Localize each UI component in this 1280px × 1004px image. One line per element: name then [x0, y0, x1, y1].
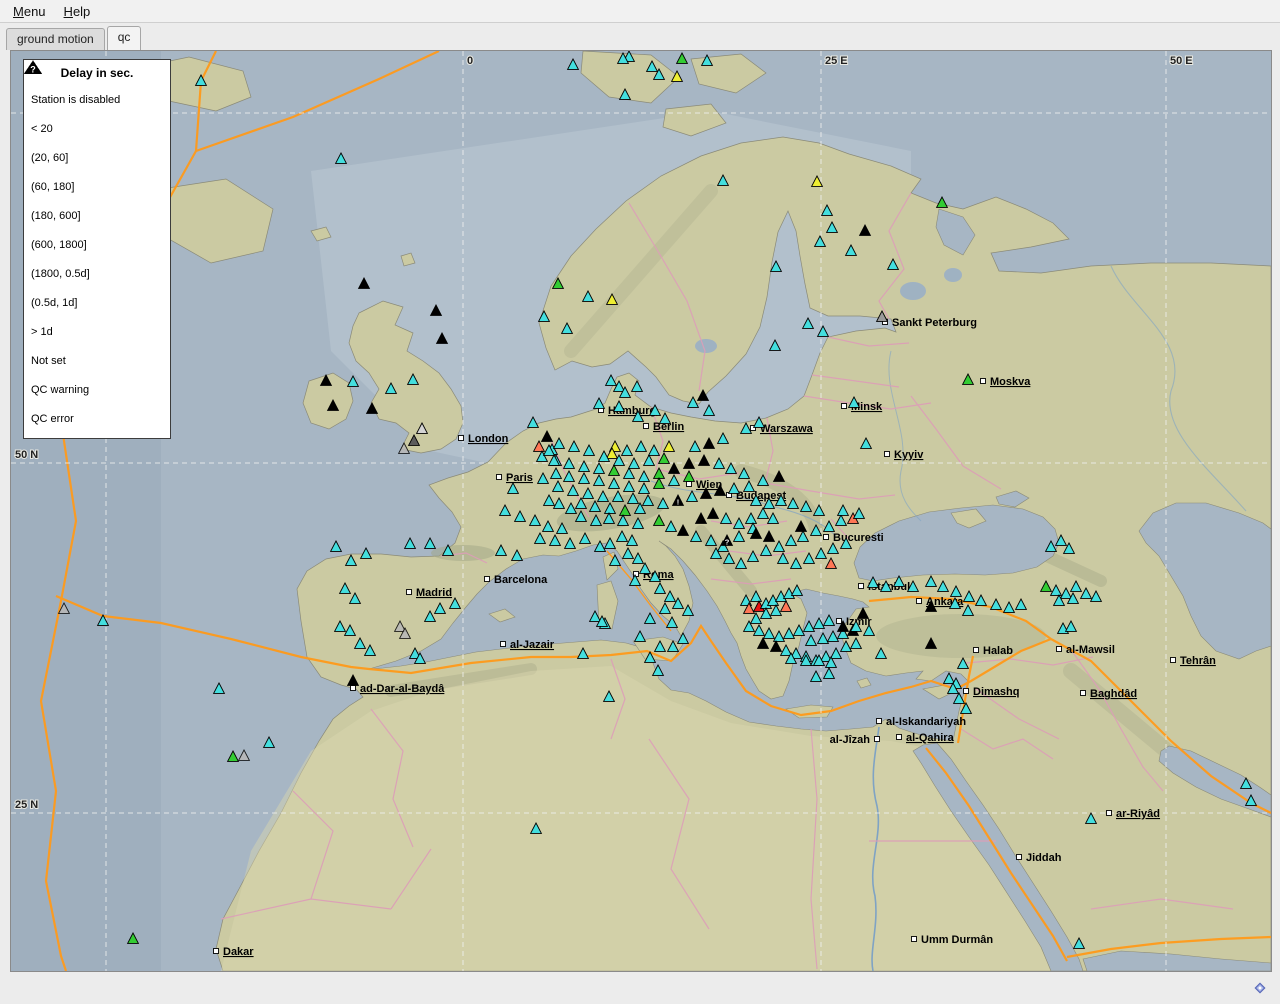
menu-menu[interactable]: Menu — [4, 2, 55, 21]
city-marker: Barcelona — [485, 574, 549, 586]
city-label: Madrid — [416, 587, 452, 599]
legend-item-label: (20, 60] — [31, 152, 68, 164]
city-marker: ad-Dar-al-Baydâ — [351, 683, 446, 695]
legend-triangle-icon: ? — [24, 60, 42, 75]
legend-item-label: QC warning — [31, 384, 89, 396]
legend-item: !QC warning — [24, 375, 170, 404]
tab-qc[interactable]: qc — [107, 26, 142, 50]
city-marker: al-Qahira — [897, 732, 955, 744]
legend-item: (60, 180] — [24, 172, 170, 201]
city-label: al-Iskandariyah — [886, 716, 966, 728]
svg-text:?: ? — [30, 65, 36, 75]
legend-item: (0.5d, 1d] — [24, 288, 170, 317]
city-label: Jiddah — [1026, 852, 1062, 864]
tab-bar: ground motionqc — [6, 26, 141, 50]
city-label: Sankt Peterburg — [892, 317, 977, 329]
city-label: Tehrân — [1180, 655, 1216, 667]
city-label: ar-Riyâd — [1116, 808, 1160, 820]
legend-item-label: (60, 180] — [31, 181, 74, 193]
city-label: Halab — [983, 645, 1013, 657]
legend-item-label: (0.5d, 1d] — [31, 297, 77, 309]
legend-item-label: (180, 600] — [31, 210, 81, 222]
legend-item-label: QC error — [31, 413, 74, 425]
map-canvas[interactable]: 0 25 E 50 E 50 N 25 N London Paris Madrid Barce… — [11, 51, 1271, 971]
legend-item: Not set — [24, 346, 170, 375]
city-label: al-Jazair — [510, 639, 555, 651]
city-label: London — [468, 433, 509, 445]
legend-item: < 20 — [24, 114, 170, 143]
legend-item: (600, 1800] — [24, 230, 170, 259]
legend-item: (20, 60] — [24, 143, 170, 172]
city-marker: Umm Durmân — [912, 934, 994, 946]
legend-item-label: Station is disabled — [31, 94, 120, 106]
legend-item: Station is disabled — [24, 85, 170, 114]
city-label: al-Jîzah — [830, 734, 871, 746]
city-marker: al-Mawsil — [1057, 644, 1115, 656]
legend-item: ?QC error — [24, 404, 170, 433]
city-label: al-Mawsil — [1066, 644, 1115, 656]
city-label: al-Qahira — [906, 732, 955, 744]
delay-legend: Delay in sec. Station is disabled < 20 (20… — [23, 59, 171, 439]
legend-title: Delay in sec. — [24, 66, 170, 80]
menu-bar: MenuHelp — [0, 0, 1280, 23]
city-label: Barcelona — [494, 574, 548, 586]
legend-item-label: < 20 — [31, 123, 53, 135]
legend-item: (1800, 0.5d] — [24, 259, 170, 288]
parallel-label: 25 N — [15, 799, 38, 811]
legend-item-label: (1800, 0.5d] — [31, 268, 90, 280]
city-label: Warszawa — [760, 423, 814, 435]
status-bar — [0, 972, 1280, 1004]
menu-help[interactable]: Help — [55, 2, 100, 21]
city-label: Dakar — [223, 946, 254, 958]
city-marker: Hamburg — [599, 405, 657, 417]
city-label: Kyyiv — [894, 449, 924, 461]
meridian-label: 50 E — [1170, 55, 1193, 67]
city-label: Baghdâd — [1090, 688, 1137, 700]
city-label: Bucuresti — [833, 532, 884, 544]
city-label: Dimashq — [973, 686, 1019, 698]
svg-text:?: ? — [725, 538, 730, 547]
city-label: Paris — [506, 472, 533, 484]
city-label: Moskva — [990, 376, 1031, 388]
tab-ground-motion[interactable]: ground motion — [6, 28, 105, 50]
legend-item-label: > 1d — [31, 326, 53, 338]
city-marker: al-Iskandariyah — [877, 716, 967, 728]
city-marker: Sankt Peterburg — [883, 317, 977, 329]
meridian-label: 0 — [467, 55, 473, 67]
city-marker: Bucuresti — [824, 532, 884, 544]
svg-text:!: ! — [677, 498, 680, 507]
city-label: Umm Durmân — [921, 934, 993, 946]
legend-item: (180, 600] — [24, 201, 170, 230]
city-label: ad-Dar-al-Baydâ — [360, 683, 445, 695]
messaging-status-icon — [1252, 980, 1268, 996]
legend-item-label: (600, 1800] — [31, 239, 87, 251]
legend-item: > 1d — [24, 317, 170, 346]
map-view[interactable]: 0 25 E 50 E 50 N 25 N London Paris Madrid Barce… — [10, 50, 1272, 972]
parallel-label: 50 N — [15, 449, 38, 461]
meridian-label: 25 E — [825, 55, 848, 67]
legend-item-label: Not set — [31, 355, 66, 367]
